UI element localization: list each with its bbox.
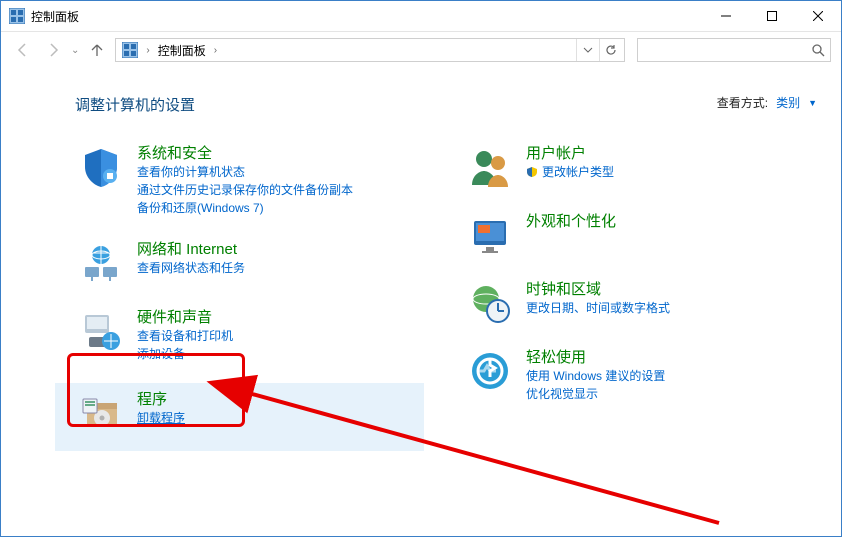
network-icon	[79, 241, 123, 285]
address-dropdown-button[interactable]	[576, 39, 599, 61]
view-by-value[interactable]: 类别	[776, 94, 800, 111]
sublink-change-account-type[interactable]: 更改帐户类型	[542, 163, 614, 181]
forward-button[interactable]	[41, 38, 65, 62]
search-input[interactable]	[638, 43, 806, 57]
breadcrumb-sep-icon[interactable]: ›	[210, 45, 221, 56]
breadcrumb-sep-icon[interactable]: ›	[142, 45, 153, 56]
cat-heading-ease[interactable]: 轻松使用	[526, 349, 586, 366]
up-button[interactable]	[85, 38, 109, 62]
cat-network: 网络和 Internet 查看网络状态和任务	[75, 237, 424, 289]
cat-system-security: 系统和安全 查看你的计算机状态 通过文件历史记录保存你的文件备份副本 备份和还原…	[75, 141, 424, 221]
cat-clock-region: 时钟和区域 更改日期、时间或数字格式	[464, 277, 813, 329]
minimize-button[interactable]	[703, 1, 749, 31]
recent-locations-chevron-icon[interactable]: ⌄	[71, 45, 79, 56]
clock-icon	[468, 281, 512, 325]
refresh-button[interactable]	[599, 39, 622, 61]
sublink-network-status[interactable]: 查看网络状态和任务	[137, 259, 420, 277]
user-accounts-icon	[468, 145, 512, 189]
title-bar: 控制面板	[1, 1, 841, 32]
control-panel-window: 控制面板 ⌄ › 控制面板 ›	[0, 0, 842, 537]
annotation-red-box	[67, 353, 245, 427]
content-header: 调整计算机的设置	[75, 94, 813, 115]
cat-ease-of-access: 轻松使用 使用 Windows 建议的设置 优化视觉显示	[464, 345, 813, 407]
cat-heading-appearance[interactable]: 外观和个性化	[526, 213, 616, 230]
search-box[interactable]	[637, 38, 831, 62]
page-title: 调整计算机的设置	[75, 94, 195, 115]
hardware-icon	[79, 309, 123, 353]
cat-user-accounts: 用户帐户 更改帐户类型	[464, 141, 813, 193]
control-panel-small-icon	[122, 42, 138, 58]
breadcrumb-root[interactable]: 控制面板	[154, 42, 210, 59]
close-button[interactable]	[795, 1, 841, 31]
cat-heading-network[interactable]: 网络和 Internet	[137, 241, 237, 258]
sublink-optimize-visual[interactable]: 优化视觉显示	[526, 385, 809, 403]
sublink-devices-printers[interactable]: 查看设备和打印机	[137, 327, 420, 345]
ease-of-access-icon	[468, 349, 512, 393]
appearance-icon	[468, 213, 512, 257]
sublink-windows-suggestions[interactable]: 使用 Windows 建议的设置	[526, 367, 809, 385]
cat-heading-accounts[interactable]: 用户帐户	[526, 145, 586, 162]
window-title: 控制面板	[31, 8, 79, 25]
view-by: 查看方式: 类别 ▼	[717, 94, 817, 111]
cat-appearance: 外观和个性化	[464, 209, 813, 261]
back-button[interactable]	[11, 38, 35, 62]
sublink-backup-restore-win7[interactable]: 备份和还原(Windows 7)	[137, 199, 420, 217]
chevron-down-icon[interactable]: ▼	[808, 98, 817, 108]
cat-heading-clock[interactable]: 时钟和区域	[526, 281, 601, 298]
right-column: 用户帐户 更改帐户类型 外观和个性化	[464, 141, 813, 467]
cat-heading-hardware[interactable]: 硬件和声音	[137, 309, 212, 326]
search-icon[interactable]	[806, 39, 830, 61]
sublink-change-date-time[interactable]: 更改日期、时间或数字格式	[526, 299, 809, 317]
address-bar[interactable]: › 控制面板 ›	[115, 38, 625, 62]
cat-heading-security[interactable]: 系统和安全	[137, 145, 212, 162]
view-by-label: 查看方式:	[717, 94, 768, 111]
sublink-file-history-backup[interactable]: 通过文件历史记录保存你的文件备份副本	[137, 181, 420, 199]
shield-icon	[79, 145, 123, 189]
maximize-button[interactable]	[749, 1, 795, 31]
uac-shield-icon	[526, 166, 538, 178]
nav-row: ⌄ › 控制面板 ›	[1, 32, 841, 68]
control-panel-icon	[9, 8, 25, 24]
sublink-computer-status[interactable]: 查看你的计算机状态	[137, 163, 420, 181]
